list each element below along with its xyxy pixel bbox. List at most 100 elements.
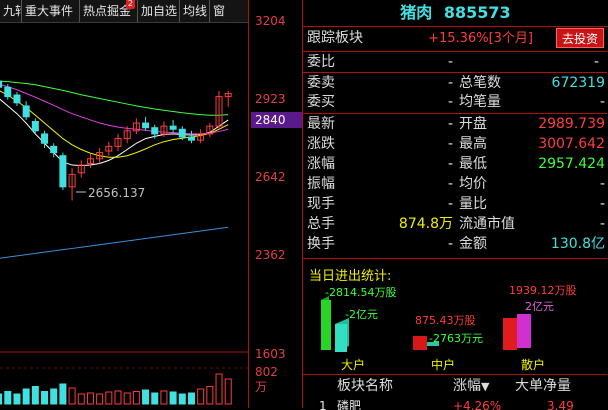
volume-bar	[132, 391, 140, 405]
latest-value: -	[447, 116, 453, 132]
sector-name: 猪肉	[400, 3, 433, 22]
volume-bar	[77, 393, 85, 405]
tab-hot-topics[interactable]: 热点掘金 2	[80, 0, 138, 22]
sort-desc-icon: ▼	[481, 380, 490, 393]
buy-row: 委买 - 均笔量 -	[303, 93, 607, 112]
col-change-pct[interactable]: 涨幅▼	[453, 375, 489, 398]
volume-bar	[142, 389, 150, 405]
low-price-label: 2656.137	[88, 186, 145, 200]
pct-row: 涨幅 - 最低 2957.424	[303, 155, 607, 174]
tab-major-events[interactable]: 重大事件	[22, 0, 80, 22]
volume-bar	[215, 373, 223, 405]
amp-row: 振幅 - 均价 -	[303, 175, 607, 194]
open-value: 2989.739	[538, 116, 605, 132]
tab-window[interactable]: 窗	[210, 0, 230, 22]
large-bars	[321, 296, 349, 352]
pct-label: 涨幅	[307, 156, 335, 172]
avgp-value: -	[599, 176, 605, 192]
change-value: -	[447, 136, 453, 152]
price-tick: 2923	[255, 92, 286, 106]
weibi-value: -	[447, 54, 453, 70]
volume-bar	[114, 390, 122, 405]
volume-bar	[151, 392, 159, 405]
kline-chart[interactable]: 2656.137	[0, 22, 248, 408]
candle-body	[50, 145, 58, 154]
latest-row: 最新 - 开盘 2989.739	[303, 115, 607, 134]
col-net-volume[interactable]: 大单净量	[515, 375, 571, 397]
avg-orders-value: -	[599, 94, 605, 110]
col-sector-name[interactable]: 板块名称	[337, 375, 393, 397]
candle-body	[31, 120, 39, 132]
open-label: 开盘	[459, 116, 487, 132]
notification-badge: 2	[125, 0, 135, 9]
sector-table-header: 板块名称 涨幅▼ 大单净量	[303, 374, 607, 397]
total-orders-label: 总笔数	[459, 75, 501, 91]
buy-value: -	[447, 94, 453, 110]
tab-hot-topics-label: 热点掘金	[83, 4, 132, 18]
moving-average-lines	[0, 80, 229, 259]
avg-orders-label: 均笔量	[459, 94, 501, 110]
volume-bar	[41, 391, 49, 405]
invest-button[interactable]: 去投资	[556, 28, 604, 48]
turnover-value: -	[447, 236, 453, 252]
volume-bar	[160, 390, 168, 405]
volume-bars	[0, 373, 232, 405]
ma-line-4	[0, 226, 229, 259]
candle-body	[59, 155, 67, 188]
turnover-label: 换手	[307, 236, 335, 252]
row-change-pct: +4.26%	[453, 399, 502, 410]
change-label: 涨跌	[307, 136, 335, 152]
cur-label: 现手	[307, 196, 335, 212]
ma-line-0	[0, 98, 229, 167]
cur-value: -	[447, 196, 453, 212]
candle-body	[41, 133, 49, 144]
row-net-volume: 3.49	[547, 399, 574, 410]
volume-bar	[187, 392, 195, 405]
sector-code: 885573	[443, 3, 511, 22]
sell-value: -	[447, 75, 453, 91]
high-value: 3007.642	[538, 136, 605, 152]
volume-bar	[4, 391, 12, 405]
float-value: -	[599, 216, 605, 232]
col-change-pct-label: 涨幅	[453, 378, 481, 394]
candle-body	[187, 136, 195, 141]
volume-bar	[123, 392, 131, 405]
row-index: 1	[319, 399, 327, 410]
price-tick: 2642	[255, 170, 286, 184]
total-orders-value: 672319	[551, 75, 605, 91]
candle-body	[0, 80, 3, 88]
large-label: 大户	[341, 358, 366, 372]
price-tick: 2362	[255, 248, 286, 262]
low-price-marker: 2656.137	[76, 186, 145, 200]
candle-body	[169, 125, 177, 130]
candle-body	[22, 105, 30, 118]
quote-panel: 猪肉 885573 跟踪板块 +15.36%[3个月] 去投资 委比 - - 委…	[302, 0, 608, 410]
volume-bar	[68, 387, 76, 405]
add-watchlist-button[interactable]: 加自选	[138, 0, 180, 22]
volume-bar	[206, 386, 214, 405]
weibi-right: -	[593, 54, 599, 70]
sector-title: 猪肉 885573	[303, 0, 608, 27]
ma-line-3	[0, 80, 229, 116]
amount-label: 金额	[459, 236, 487, 252]
latest-label: 最新	[307, 116, 335, 132]
pct-value: -	[447, 156, 453, 172]
volume-bar	[197, 388, 205, 405]
cur-row: 现手 - 量比 -	[303, 195, 607, 214]
volume-bar	[13, 393, 21, 405]
volume-bar	[169, 391, 177, 405]
volume-tick: 802	[255, 365, 278, 379]
volume-bar	[96, 393, 104, 405]
tab-moving-average[interactable]: 均线	[180, 0, 210, 22]
tab-jiuzhuan[interactable]: 九转	[0, 0, 22, 22]
candle-body	[4, 86, 12, 98]
candle-body	[178, 128, 186, 138]
amp-value: -	[447, 176, 453, 192]
float-label: 流通市值	[459, 216, 515, 232]
tracking-value: +15.36%[3个月]	[428, 31, 533, 46]
volume-bar	[105, 391, 113, 405]
high-label: 最高	[459, 136, 487, 152]
sell-label: 委卖	[307, 75, 335, 91]
candle-body	[13, 94, 21, 104]
change-row: 涨跌 - 最高 3007.642	[303, 135, 607, 154]
